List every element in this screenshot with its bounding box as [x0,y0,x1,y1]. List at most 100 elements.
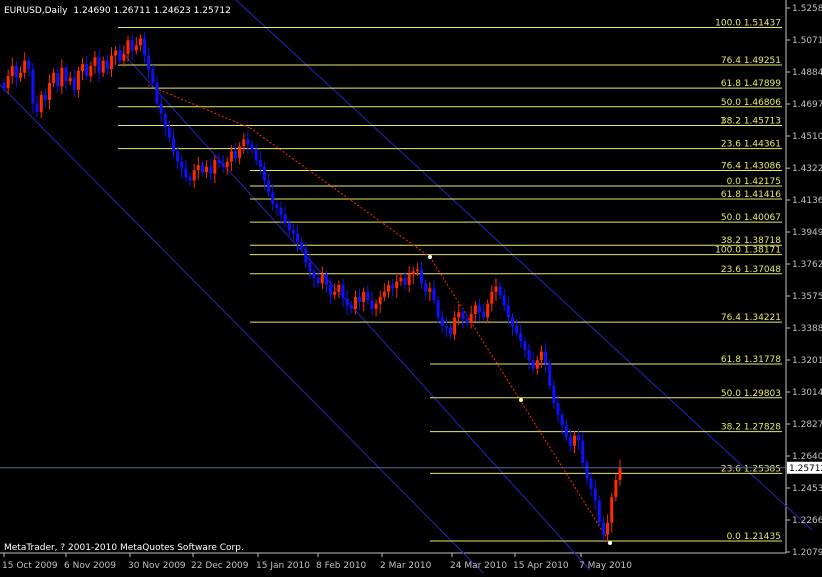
price-tick-label: 1.50710 [792,36,822,46]
candle-body [544,351,548,364]
price-tick-label: 1.41360 [792,196,822,206]
candle-body [506,305,510,318]
candle-body [64,67,68,82]
fib-level-label: 23.6 1.25385 [721,464,781,474]
candle-body [283,214,287,224]
fib-level-label: 76.4 1.34221 [721,313,781,323]
candle-body [43,94,47,101]
candle-body [188,177,192,181]
candle-body [130,40,134,51]
trend-anchor-point [428,255,432,259]
fib-level-label: 61.8 1.41416 [721,190,781,200]
candle-body [601,522,605,535]
candle-body [31,69,35,104]
candle-body [498,286,502,296]
candle-body [482,312,486,318]
candle-body [564,425,568,438]
candle-body [205,166,209,172]
candle-body [246,139,250,145]
price-tick-label: 1.52580 [792,4,822,14]
candle-body [320,274,324,284]
fib-level-label: 0.0 1.42175 [727,177,781,187]
candle-body [440,317,444,326]
candle-body [76,70,80,90]
candle-body [225,161,229,167]
candle-body [395,281,399,289]
candle-body [68,77,72,82]
candle-body [411,271,415,275]
price-tick-label: 1.35750 [792,292,822,302]
candle-body [2,82,6,89]
candle-body [312,271,316,279]
candle-body [535,360,539,369]
candle-body [200,165,204,172]
candle-body [27,60,31,70]
chart-canvas[interactable]: 100.0 1.51437 76.4 1.49251 61.8 1.47899 50.… [0,0,822,577]
candle-body [448,327,452,335]
current-price-marker: 1.25712 [0,461,822,474]
fib-level-label: 61.8 1.31778 [721,355,781,365]
price-tick-label: 1.48840 [792,68,822,78]
candle-body [370,300,374,309]
candle-body [291,230,295,234]
candle-body [581,440,585,463]
time-axis-labels: 15 Oct 2009 6 Nov 2009 30 Nov 2009 22 Dec 2… [2,553,632,571]
candle-body [147,55,151,70]
price-tick-label: 1.37620 [792,260,822,270]
candle-body [271,192,275,205]
candle-body [126,40,130,54]
price-tick-label: 1.26400 [792,452,822,462]
fib-level-label: 38.2 1.45713 [721,117,781,127]
time-tick-label: 8 Feb 2010 [316,561,367,571]
candle-body [60,67,64,87]
candle-body [192,170,196,181]
candle-body [47,82,51,101]
price-tick-label: 1.45100 [792,132,822,142]
candle-body [490,291,494,304]
candle-body [97,57,101,73]
candle-body [560,414,564,426]
candle-body [163,113,167,128]
candle-body [184,168,188,178]
fib-level-label: 100.0 1.38171 [715,246,781,256]
candle-body [262,166,266,181]
candle-body [167,127,171,138]
candle-body [515,325,519,333]
fibonacci-levels: 100.0 1.51437 76.4 1.49251 61.8 1.47899 50.… [118,19,782,542]
candle-body [316,278,320,284]
time-tick-label: 30 Nov 2009 [128,561,186,571]
candle-body [539,351,543,361]
candle-body [349,305,353,309]
candle-body [300,242,304,249]
candle-body [403,278,407,285]
candle-body [378,296,382,304]
channel-line [0,84,488,577]
candle-body [432,288,436,301]
candle-body [296,233,300,243]
candle-body [143,38,147,56]
candle-body [469,313,473,323]
candle-body [56,72,60,87]
candle-body [353,296,357,309]
candle-body [217,159,221,164]
fib-level-label: 76.4 1.49251 [721,56,781,66]
candle-body [415,269,419,272]
fib-level-label: 23.6 1.44361 [721,140,781,150]
price-tick-label: 1.39490 [792,228,822,238]
candle-body [366,291,370,301]
trend-end-point [608,541,612,545]
candle-body [275,204,279,208]
price-tick-label: 1.33880 [792,324,822,334]
time-tick-label: 7 May 2010 [579,561,632,571]
candle-body [35,103,39,113]
candle-body [552,385,556,403]
fib-level-label: 76.4 1.43086 [721,161,781,171]
fib-level-label: 100.0 1.51437 [715,19,781,29]
current-price-label: 1.25712 [789,464,822,474]
fib-level-label: 0.0 1.21435 [727,532,781,542]
candle-body [93,57,97,66]
price-chart[interactable]: 100.0 1.51437 76.4 1.49251 61.8 1.47899 50.… [0,0,822,577]
fib-marker-label: 1 [720,117,726,127]
candle-body [436,300,440,318]
candle-body [473,305,477,314]
